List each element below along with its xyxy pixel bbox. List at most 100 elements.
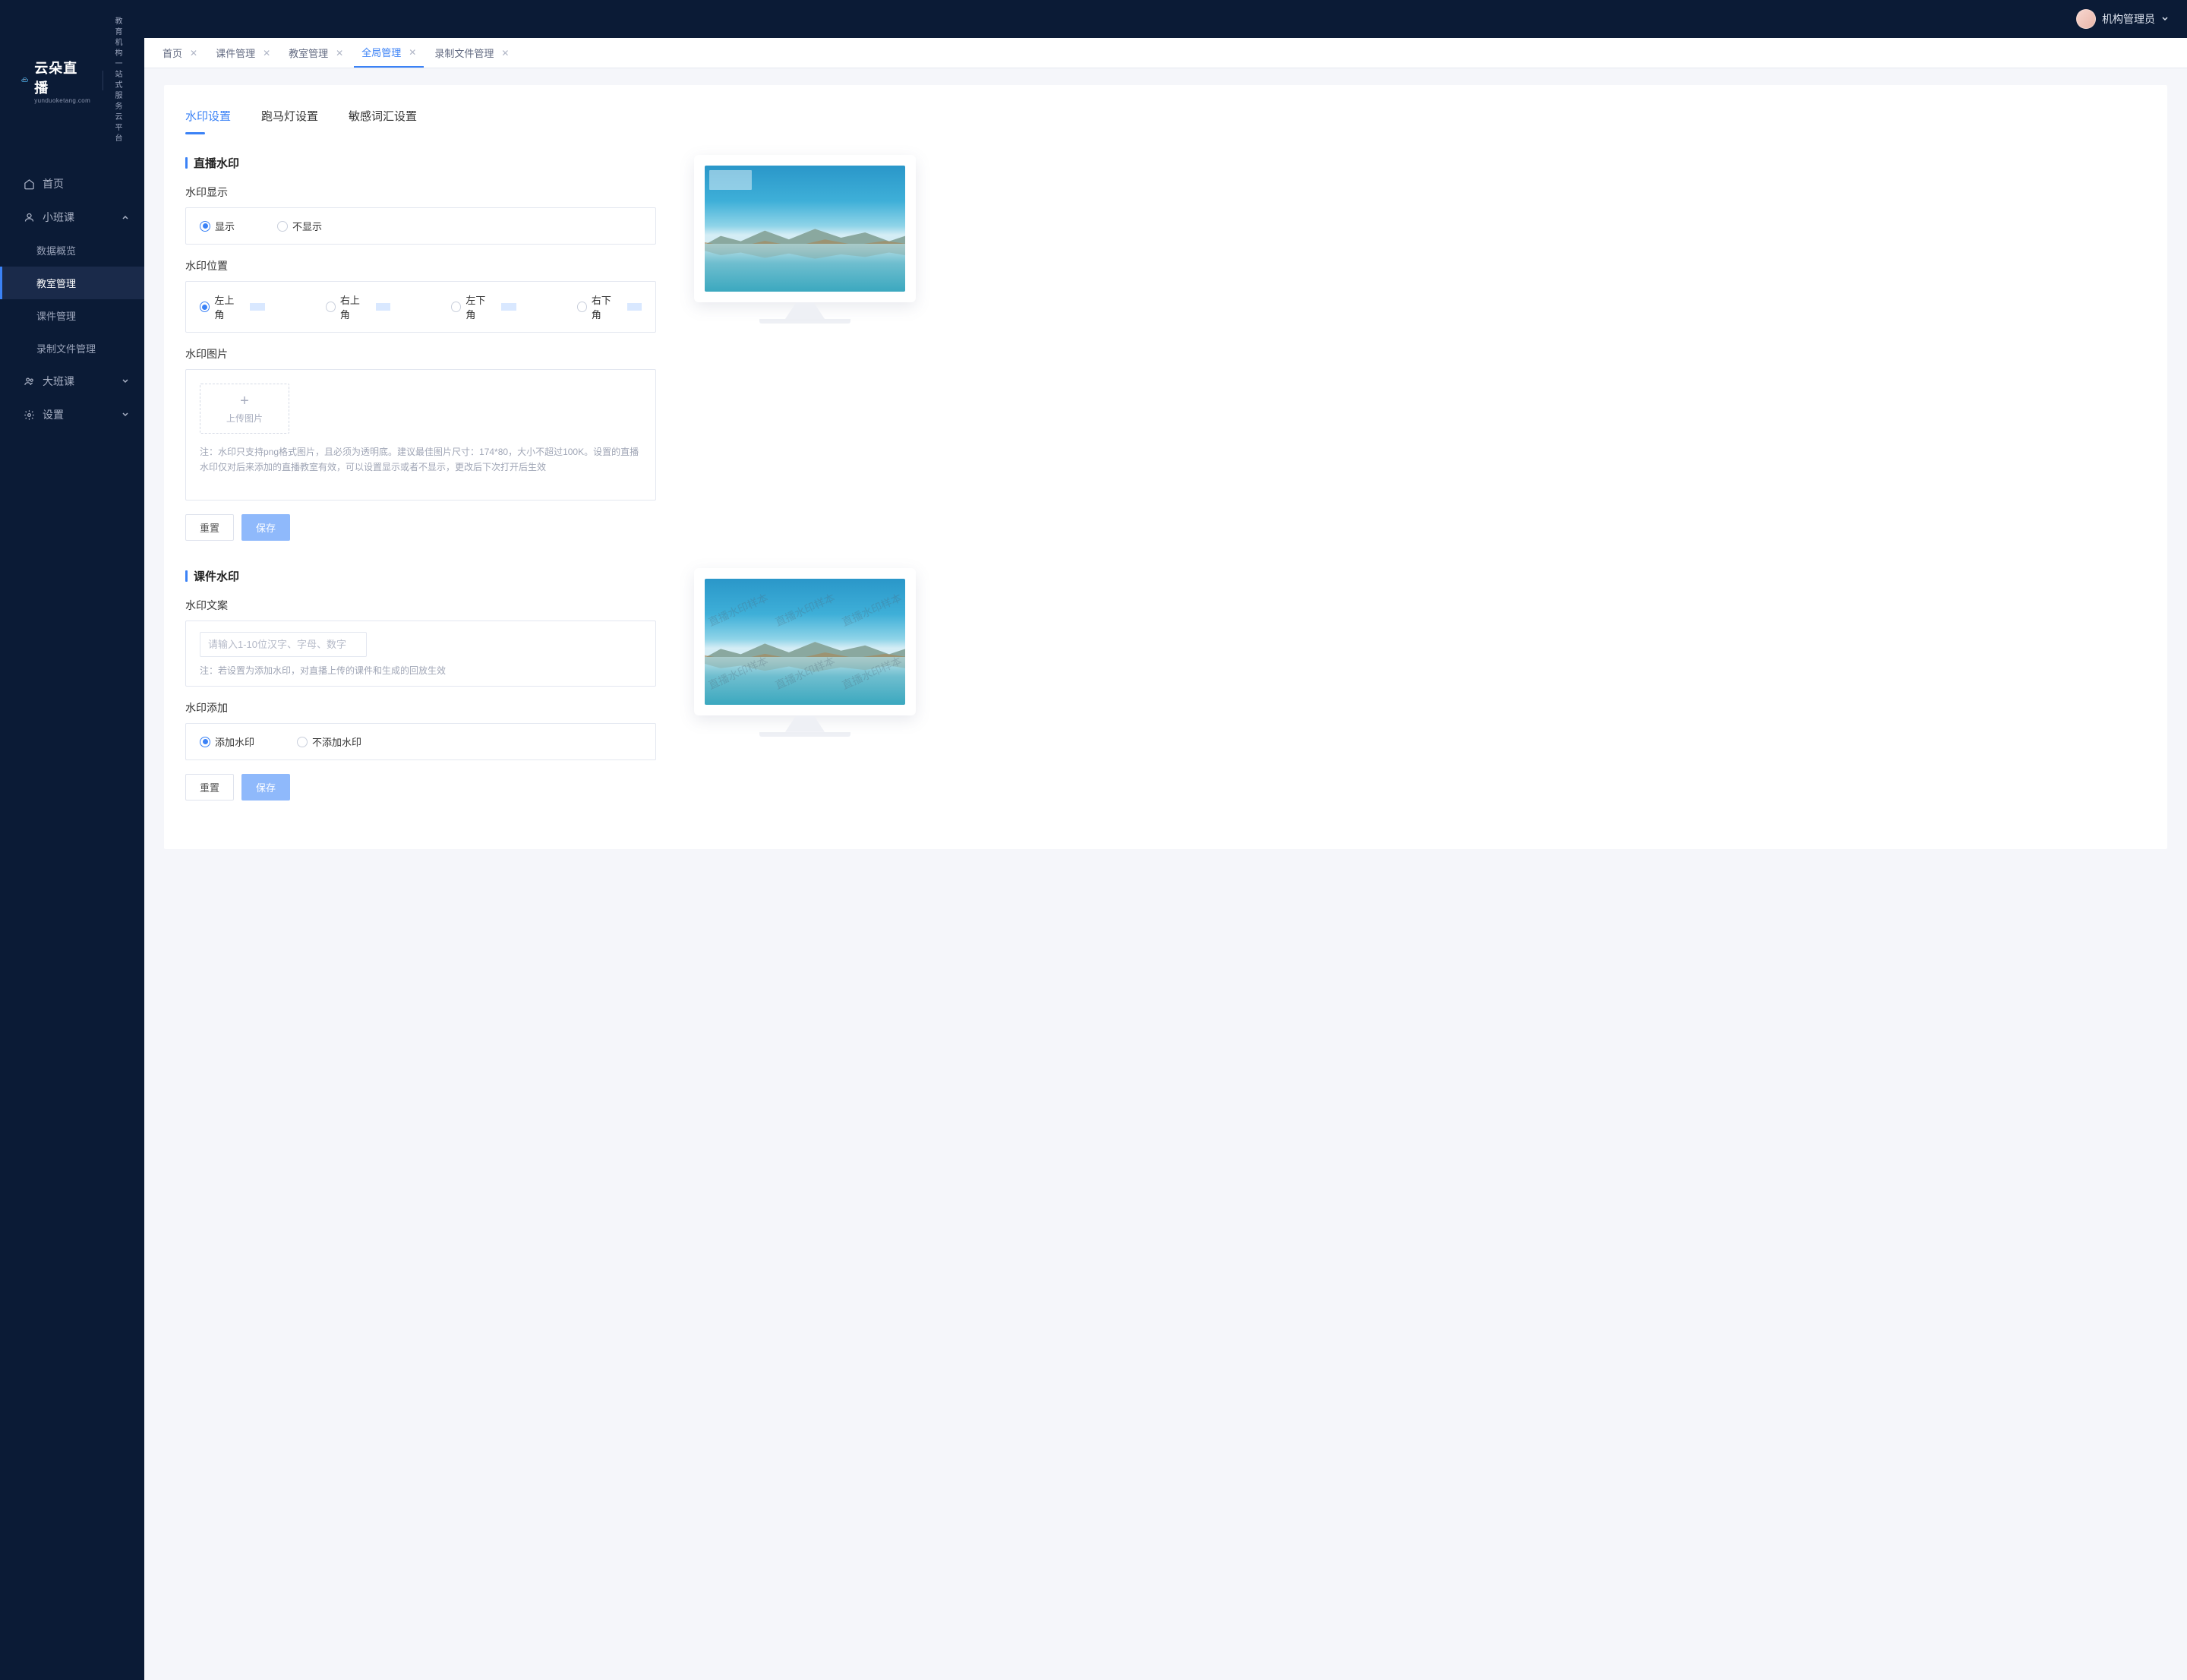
note-text: 注：水印只支持png格式图片，且必须为透明底。建议最佳图片尺寸：174*80，大… <box>200 444 642 475</box>
close-icon[interactable]: ✕ <box>501 48 509 58</box>
save-button[interactable]: 保存 <box>241 514 290 541</box>
chevron-down-icon <box>122 375 129 387</box>
user-icon <box>23 211 35 223</box>
sidebar-item-label: 大班课 <box>43 374 74 389</box>
radio-label: 左下角 <box>465 292 494 321</box>
sidebar-item-classroom-mgr[interactable]: 教室管理 <box>0 267 144 299</box>
brand-logo: 云朵直播 yunduoketang.com 教育机构一站 式服务云平台 <box>0 0 144 159</box>
close-icon[interactable]: ✕ <box>190 48 197 58</box>
users-icon <box>23 375 35 387</box>
subtab-watermark[interactable]: 水印设置 <box>185 103 231 134</box>
radio-unchecked-icon <box>577 302 587 312</box>
subtab-sensitive[interactable]: 敏感词汇设置 <box>349 103 417 134</box>
watermark-overlay <box>709 170 752 190</box>
cw-wm-preview: 直播水印样本 直播水印样本 直播水印样本 直播水印样本 直播水印样本 直播水印样… <box>694 568 916 737</box>
avatar <box>2076 9 2096 29</box>
field-label-image: 水印图片 <box>185 346 656 362</box>
tab-recording-mgr[interactable]: 录制文件管理✕ <box>427 38 516 68</box>
radio-label: 不添加水印 <box>312 734 361 749</box>
radio-add-wm[interactable]: 添加水印 <box>200 734 254 749</box>
sidebar-item-recording-mgr[interactable]: 录制文件管理 <box>0 332 144 365</box>
field-label-add: 水印添加 <box>185 700 656 715</box>
settings-panel: 水印设置 跑马灯设置 敏感词汇设置 直播水印 水印显示 显示 不显示 <box>164 85 2167 849</box>
radio-unchecked-icon <box>451 302 461 312</box>
content-scroll[interactable]: 水印设置 跑马灯设置 敏感词汇设置 直播水印 水印显示 显示 不显示 <box>144 68 2187 1680</box>
topbar: 机构管理员 <box>144 0 2187 38</box>
tab-label: 课件管理 <box>216 46 255 60</box>
sidebar-item-settings[interactable]: 设置 <box>0 398 144 431</box>
preview-screen <box>705 166 905 292</box>
radio-top-left[interactable]: 左上角 <box>200 292 265 321</box>
save-button[interactable]: 保存 <box>241 774 290 801</box>
cloud-logo-icon <box>21 69 28 92</box>
sidebar-item-label: 设置 <box>43 407 64 422</box>
brand-name: 云朵直播 <box>34 58 90 97</box>
radio-label: 添加水印 <box>215 734 254 749</box>
position-thumb-icon <box>501 303 516 311</box>
radio-label: 右上角 <box>340 292 368 321</box>
tab-label: 教室管理 <box>289 46 328 60</box>
radio-checked-icon <box>200 302 210 312</box>
subtabs: 水印设置 跑马灯设置 敏感词汇设置 <box>185 103 2146 135</box>
close-icon[interactable]: ✕ <box>409 47 416 58</box>
field-label-display: 水印显示 <box>185 185 656 200</box>
reset-button[interactable]: 重置 <box>185 514 234 541</box>
main-area: 机构管理员 首页 ✕ 课件管理 ✕ 教室管理 ✕ 全局管理 ✕ 录制文件管理✕ 水印设置… <box>144 0 2187 1680</box>
radio-bottom-right[interactable]: 右下角 <box>577 292 642 321</box>
user-role-label: 机构管理员 <box>2102 11 2155 27</box>
tab-global-mgr[interactable]: 全局管理 ✕ <box>354 38 424 68</box>
preview-monitor <box>694 155 916 302</box>
tab-home[interactable]: 首页 ✕ <box>155 38 205 68</box>
field-label-text: 水印文案 <box>185 598 656 613</box>
position-thumb-icon <box>250 303 264 311</box>
watermark-text-input[interactable] <box>200 632 367 657</box>
button-row-cw: 重置 保存 <box>185 774 656 801</box>
section-title-cw-wm: 课件水印 <box>185 568 656 584</box>
radio-unchecked-icon <box>297 737 308 747</box>
courseware-watermark-section: 课件水印 水印文案 注：若设置为添加水印，对直播上传的课件和生成的回放生效 水印… <box>185 568 2146 801</box>
user-menu[interactable]: 机构管理员 <box>2076 9 2169 29</box>
sidebar-item-home[interactable]: 首页 <box>0 167 144 201</box>
live-wm-preview <box>694 155 916 324</box>
field-box-add: 添加水印 不添加水印 <box>185 723 656 760</box>
gear-icon <box>23 409 35 421</box>
note-text: 注：若设置为添加水印，对直播上传的课件和生成的回放生效 <box>200 663 642 678</box>
reset-button[interactable]: 重置 <box>185 774 234 801</box>
field-box-position: 左上角 右上角 左下角 右下角 <box>185 281 656 333</box>
radio-top-right[interactable]: 右上角 <box>326 292 391 321</box>
field-box-display: 显示 不显示 <box>185 207 656 245</box>
brand-domain: yunduoketang.com <box>34 97 90 104</box>
chevron-up-icon <box>122 211 129 223</box>
tab-classroom-mgr[interactable]: 教室管理 ✕ <box>281 38 351 68</box>
sidebar-item-data-overview[interactable]: 数据概览 <box>0 234 144 267</box>
upload-button[interactable]: + 上传图片 <box>200 384 289 434</box>
radio-hide[interactable]: 不显示 <box>277 219 322 233</box>
radio-label: 左上角 <box>214 292 242 321</box>
upload-text: 上传图片 <box>226 412 263 425</box>
radio-unchecked-icon <box>277 221 288 232</box>
sidebar-item-courseware-mgr[interactable]: 课件管理 <box>0 299 144 332</box>
sidebar-item-small-class[interactable]: 小班课 <box>0 201 144 234</box>
sidebar-item-big-class[interactable]: 大班课 <box>0 365 144 398</box>
radio-bottom-left[interactable]: 左下角 <box>451 292 516 321</box>
radio-label: 右下角 <box>592 292 620 321</box>
tab-courseware-mgr[interactable]: 课件管理 ✕ <box>208 38 278 68</box>
radio-label: 不显示 <box>292 219 322 233</box>
chevron-down-icon <box>2161 15 2169 23</box>
sidebar-subgroup-small-class: 数据概览 教室管理 课件管理 录制文件管理 <box>0 234 144 365</box>
close-icon[interactable]: ✕ <box>263 48 270 58</box>
radio-no-wm[interactable]: 不添加水印 <box>297 734 361 749</box>
brand-tagline: 教育机构一站 式服务云平台 <box>115 17 129 144</box>
close-icon[interactable]: ✕ <box>336 48 343 58</box>
radio-show[interactable]: 显示 <box>200 219 235 233</box>
tabs-bar: 首页 ✕ 课件管理 ✕ 教室管理 ✕ 全局管理 ✕ 录制文件管理✕ <box>144 38 2187 68</box>
tab-label: 全局管理 <box>361 45 401 59</box>
radio-label: 显示 <box>215 219 235 233</box>
tab-label: 首页 <box>163 46 182 60</box>
radio-checked-icon <box>200 221 210 232</box>
position-thumb-icon <box>627 303 642 311</box>
field-box-text: 注：若设置为添加水印，对直播上传的课件和生成的回放生效 <box>185 621 656 687</box>
plus-icon: + <box>240 393 249 409</box>
subtab-marquee[interactable]: 跑马灯设置 <box>261 103 318 134</box>
position-thumb-icon <box>376 303 390 311</box>
